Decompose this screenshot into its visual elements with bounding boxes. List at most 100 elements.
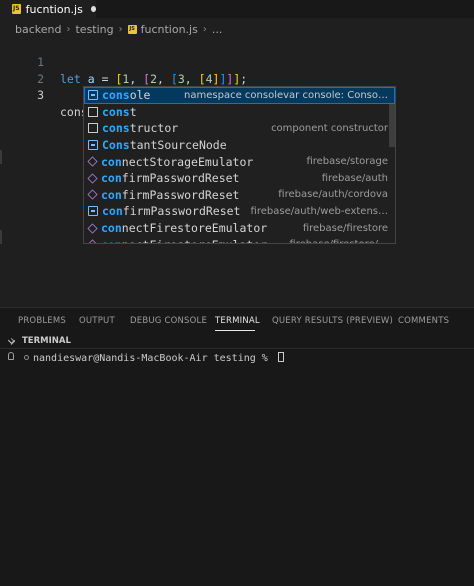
terminal-section-header[interactable]: TERMINAL — [0, 334, 474, 349]
match-highlight: con — [101, 154, 122, 169]
suggestion-label: connectStorageEmulator — [101, 155, 253, 169]
suggestion-detail: namespace consolevar console: Conso… — [184, 89, 388, 101]
breadcrumb-item-backend[interactable]: backend — [15, 23, 61, 36]
keyword-icon — [88, 123, 98, 134]
code-line-2[interactable]: 2 — [0, 54, 44, 86]
suggestion-label: connectFirestoreEmulator — [101, 221, 267, 235]
tab-comments[interactable]: COMMENTS — [398, 316, 449, 326]
editor-tab-bar: JS fucntion.js — [0, 0, 474, 18]
keyword-token: let — [60, 72, 81, 86]
suggestion-label-rest: nectFirestoreEmulator — [122, 238, 267, 243]
keyword-icon — [88, 106, 98, 117]
unsaved-dot-icon[interactable] — [90, 6, 96, 12]
class-icon — [87, 222, 98, 234]
variable-token: a — [87, 72, 95, 86]
suggestion-item[interactable]: ConstantSourceNode — [84, 137, 395, 154]
suggestion-label-rest: firmPasswordReset — [121, 187, 240, 202]
suggestion-detail: firebase/auth/web-extens… — [250, 205, 388, 217]
suggestion-label-rest: firmPasswordReset — [121, 171, 240, 186]
bottom-panel: PROBLEMS OUTPUT DEBUG CONSOLE TERMINAL Q… — [0, 307, 474, 586]
suggestion-label-rest: nectFirestoreEmulator — [121, 221, 268, 236]
comma-token: , — [157, 72, 171, 86]
suggestion-detail: component constructor — [271, 122, 388, 134]
suggestion-label: connectFirestoreEmulator — [101, 238, 267, 243]
suggestion-item[interactable]: confirmPasswordReset firebase/auth/cordov… — [84, 187, 395, 204]
bracket-token: [ — [198, 72, 206, 86]
breadcrumb: backend › testing › JS fucntion.js › ... — [15, 21, 222, 37]
suggestion-label: constructor — [102, 121, 178, 135]
terminal-section-title: TERMINAL — [22, 336, 71, 346]
class-icon — [87, 189, 98, 200]
variable-icon — [88, 140, 98, 151]
tab-query-results[interactable]: QUERY RESULTS (PREVIEW) — [272, 316, 393, 326]
class-icon — [87, 156, 98, 167]
chevron-right-icon: › — [66, 23, 71, 35]
panel-tabs: PROBLEMS OUTPUT DEBUG CONSOLE TERMINAL Q… — [0, 308, 474, 334]
suggestion-label-rest: tructor — [129, 121, 179, 136]
suggestion-detail: firebase/auth/cordova — [278, 189, 388, 201]
suggestion-label-rest: nectStorageEmulator — [121, 154, 254, 169]
tab-fucntion-js[interactable]: JS fucntion.js — [0, 0, 96, 18]
terminal-prompt: nandieswar@Nandis-MacBook-Air testing % — [33, 353, 274, 364]
suggestion-item[interactable]: constructor component constructor — [84, 120, 395, 137]
match-highlight: cons — [102, 88, 130, 103]
match-highlight: Cons — [102, 138, 130, 153]
prompt-status-icon — [24, 355, 29, 360]
suggestion-label-rest: ole — [129, 88, 151, 103]
comma-token: , — [129, 72, 144, 86]
number-token: 3 — [177, 72, 185, 86]
lightbulb-icon[interactable] — [8, 352, 14, 360]
terminal-prompt-line[interactable]: nandieswar@Nandis-MacBook-Air testing % — [24, 352, 284, 364]
breadcrumb-item-file[interactable]: fucntion.js — [141, 23, 198, 36]
suggestion-detail: firebase/auth — [321, 172, 388, 184]
suggestion-label-rest: t — [129, 104, 137, 119]
semicolon-token: ; — [240, 72, 248, 86]
suggestion-item[interactable]: confirmPasswordReset firebase/auth/web-ex… — [84, 203, 395, 220]
comma-token: , — [184, 72, 199, 86]
match-highlight: con — [101, 187, 122, 202]
suggestion-item[interactable]: connectStorageEmulator firebase/storage — [84, 153, 395, 170]
chevron-right-icon: › — [118, 23, 123, 35]
number-token: 4 — [205, 72, 213, 86]
class-icon — [87, 239, 98, 243]
code-line-3[interactable]: 3 cons — [0, 70, 90, 119]
suggestion-item[interactable]: confirmPasswordReset firebase/auth — [84, 170, 395, 187]
suggestion-item[interactable]: connectFirestoreEmulator firebase/firesto… — [84, 220, 395, 237]
active-tab-indicator — [215, 330, 255, 331]
gutter-mark — [0, 150, 2, 164]
chevron-right-icon: › — [202, 23, 207, 35]
javascript-file-icon: JS — [12, 4, 21, 14]
tab-debug-console[interactable]: DEBUG CONSOLE — [130, 316, 207, 326]
tab-label: fucntion.js — [25, 2, 83, 16]
tab-terminal[interactable]: TERMINAL — [215, 316, 260, 326]
suggestion-label: confirmPasswordReset — [101, 171, 239, 185]
match-highlight: con — [101, 238, 122, 243]
autocomplete-suggest-widget[interactable]: console namespace consolevar console: Con… — [83, 86, 396, 244]
suggestion-detail: firebase/firestore — [302, 222, 388, 234]
suggestion-item[interactable]: connectFirestoreEmulator firebase/firesto… — [84, 236, 395, 243]
terminal-cursor — [277, 352, 284, 362]
bracket-token: [ — [170, 72, 178, 86]
suggestion-label: confirmPasswordReset — [102, 204, 240, 218]
match-highlight: cons — [102, 121, 130, 136]
code-line-1[interactable]: 1 let a = [1, [2, [3, [4]]]]; — [0, 37, 247, 86]
suggestion-label: const — [102, 105, 137, 119]
class-icon — [87, 173, 98, 184]
suggestion-item[interactable]: console namespace consolevar console: Con… — [84, 87, 395, 104]
breadcrumb-item-symbols[interactable]: ... — [212, 23, 223, 36]
suggestion-item[interactable]: const — [84, 104, 395, 121]
suggestion-label-rest: firmPasswordReset — [122, 204, 241, 219]
line-number: 3 — [37, 88, 44, 102]
tab-problems[interactable]: PROBLEMS — [18, 316, 66, 326]
variable-icon — [88, 206, 98, 217]
tab-output[interactable]: OUTPUT — [79, 316, 115, 326]
breadcrumb-item-testing[interactable]: testing — [75, 23, 113, 36]
suggestion-detail: firebase/storage — [306, 156, 388, 168]
suggestion-label: confirmPasswordReset — [101, 188, 239, 202]
match-highlight: con — [102, 204, 123, 219]
suggestion-detail: firebase/firestore/… — [289, 239, 388, 243]
javascript-file-icon: JS — [127, 24, 137, 34]
number-token: 2 — [150, 72, 158, 86]
suggestion-label: console — [102, 88, 150, 102]
variable-icon — [88, 90, 98, 101]
